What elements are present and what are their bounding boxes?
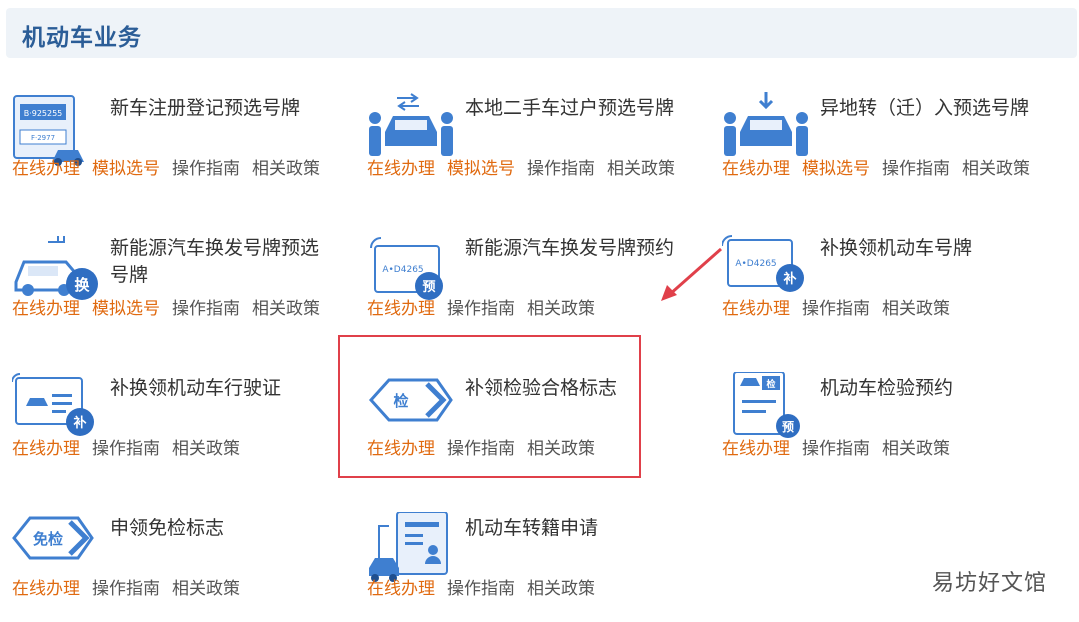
section-title: 机动车业务 <box>22 25 142 51</box>
policy-link[interactable]: 相关政策 <box>882 438 950 460</box>
policy-link[interactable]: 相关政策 <box>527 298 595 320</box>
policy-link[interactable]: 相关政策 <box>172 578 240 600</box>
card-title: 新能源汽车换发号牌预选号牌 <box>110 237 320 286</box>
policy-link[interactable]: 相关政策 <box>527 578 595 600</box>
annotation-arrow-icon <box>661 247 722 301</box>
guide-link[interactable]: 操作指南 <box>172 158 240 180</box>
policy-link[interactable]: 相关政策 <box>607 158 675 180</box>
card-title: 补换领机动车号牌 <box>820 237 973 259</box>
card-title: 机动车检验预约 <box>820 377 954 399</box>
card-title: 异地转（迁）入预选号牌 <box>820 97 1030 119</box>
replace-plate-icon[interactable]: A•D4265 补 <box>722 232 812 308</box>
policy-link[interactable]: 相关政策 <box>252 158 320 180</box>
highlight-box <box>338 335 641 478</box>
guide-link[interactable]: 操作指南 <box>92 578 160 600</box>
online-apply-link[interactable]: 在线办理 <box>12 578 80 600</box>
badge-text: 预 <box>422 280 435 295</box>
section-header: 机动车业务 <box>6 8 1077 58</box>
badge-text: 免检 <box>33 530 63 548</box>
online-apply-link[interactable]: 在线办理 <box>367 578 435 600</box>
online-apply-link[interactable]: 在线办理 <box>12 298 80 320</box>
service-card-replace-plate: A•D4265 补 补换领机动车号牌 在线办理 操作指南 相关政策 <box>722 232 1072 342</box>
guide-link[interactable]: 操作指南 <box>447 578 515 600</box>
service-card-used-car-transfer: 本地二手车过户预选号牌 在线办理 模拟选号 操作指南 相关政策 <box>367 92 717 202</box>
online-apply-link[interactable]: 在线办理 <box>722 158 790 180</box>
exempt-mark-icon[interactable]: 免检 <box>12 512 102 588</box>
plate-text: A•D4265 <box>735 259 776 269</box>
inspection-appointment-icon[interactable]: 检 预 <box>722 372 812 448</box>
service-card-replace-license: 补 补换领机动车行驶证 在线办理 操作指南 相关政策 <box>12 372 362 482</box>
badge-text: 换 <box>74 276 90 294</box>
service-card-registration-transfer: 机动车转籍申请 在线办理 操作指南 相关政策 <box>367 512 717 622</box>
badge2-text: 预 <box>782 420 794 434</box>
guide-link[interactable]: 操作指南 <box>92 438 160 460</box>
card-title: 申领免检标志 <box>110 517 225 539</box>
card-title: 本地二手车过户预选号牌 <box>465 97 675 119</box>
card-title: 机动车转籍申请 <box>465 517 599 539</box>
online-apply-link[interactable]: 在线办理 <box>367 158 435 180</box>
service-card-inspection-appointment: 检 预 机动车检验预约 在线办理 操作指南 相关政策 <box>722 372 1072 482</box>
badge-text: 补 <box>782 271 796 287</box>
policy-link[interactable]: 相关政策 <box>252 298 320 320</box>
badge-text: 补 <box>72 415 86 431</box>
guide-link[interactable]: 操作指南 <box>802 438 870 460</box>
badge-text: 检 <box>766 378 775 390</box>
card-title: 新车注册登记预选号牌 <box>110 97 301 119</box>
online-apply-link[interactable]: 在线办理 <box>722 438 790 460</box>
online-apply-link[interactable]: 在线办理 <box>367 298 435 320</box>
used-car-transfer-icon[interactable] <box>367 92 457 168</box>
policy-link[interactable]: 相关政策 <box>962 158 1030 180</box>
service-card-ev-plate-select: 换 新能源汽车换发号牌预选号牌 在线办理 模拟选号 操作指南 相关政策 <box>12 232 362 342</box>
replace-license-icon[interactable]: 补 <box>12 372 102 448</box>
ev-plate-select-icon[interactable]: 换 <box>12 232 102 308</box>
ev-plate-appointment-icon[interactable]: A•D4265 预 <box>367 232 457 308</box>
guide-link[interactable]: 操作指南 <box>527 158 595 180</box>
plate-text-bottom: F·2977 <box>31 134 55 142</box>
guide-link[interactable]: 操作指南 <box>447 298 515 320</box>
transfer-in-icon[interactable] <box>722 92 812 168</box>
registration-transfer-icon[interactable] <box>367 512 457 588</box>
policy-link[interactable]: 相关政策 <box>882 298 950 320</box>
simulate-select-link[interactable]: 模拟选号 <box>447 158 515 180</box>
service-card-exempt-mark: 免检 申领免检标志 在线办理 操作指南 相关政策 <box>12 512 362 622</box>
online-apply-link[interactable]: 在线办理 <box>722 298 790 320</box>
service-card-new-car-plate: B·925255 F·2977 新车注册登记预选号牌 在线办理 模拟选号 操作指南相… <box>12 92 362 202</box>
service-card-transfer-in: 异地转（迁）入预选号牌 在线办理 模拟选号 操作指南 相关政策 <box>722 92 1072 202</box>
card-title: 补换领机动车行驶证 <box>110 377 282 399</box>
new-car-plate-icon[interactable]: B·925255 F·2977 <box>12 92 102 168</box>
simulate-select-link[interactable]: 模拟选号 <box>802 158 870 180</box>
plate-text: A•D4265 <box>382 265 423 275</box>
online-apply-link[interactable]: 在线办理 <box>12 158 80 180</box>
guide-link[interactable]: 操作指南 <box>882 158 950 180</box>
guide-link[interactable]: 操作指南 <box>172 298 240 320</box>
watermark: 易坊好文馆 <box>932 571 1048 596</box>
policy-link[interactable]: 相关政策 <box>172 438 240 460</box>
guide-link[interactable]: 操作指南 <box>802 298 870 320</box>
card-title: 新能源汽车换发号牌预约 <box>465 237 675 259</box>
plate-text-top: B·925255 <box>24 109 63 118</box>
simulate-select-link[interactable]: 模拟选号 <box>92 158 160 180</box>
online-apply-link[interactable]: 在线办理 <box>12 438 80 460</box>
simulate-select-link[interactable]: 模拟选号 <box>92 298 160 320</box>
